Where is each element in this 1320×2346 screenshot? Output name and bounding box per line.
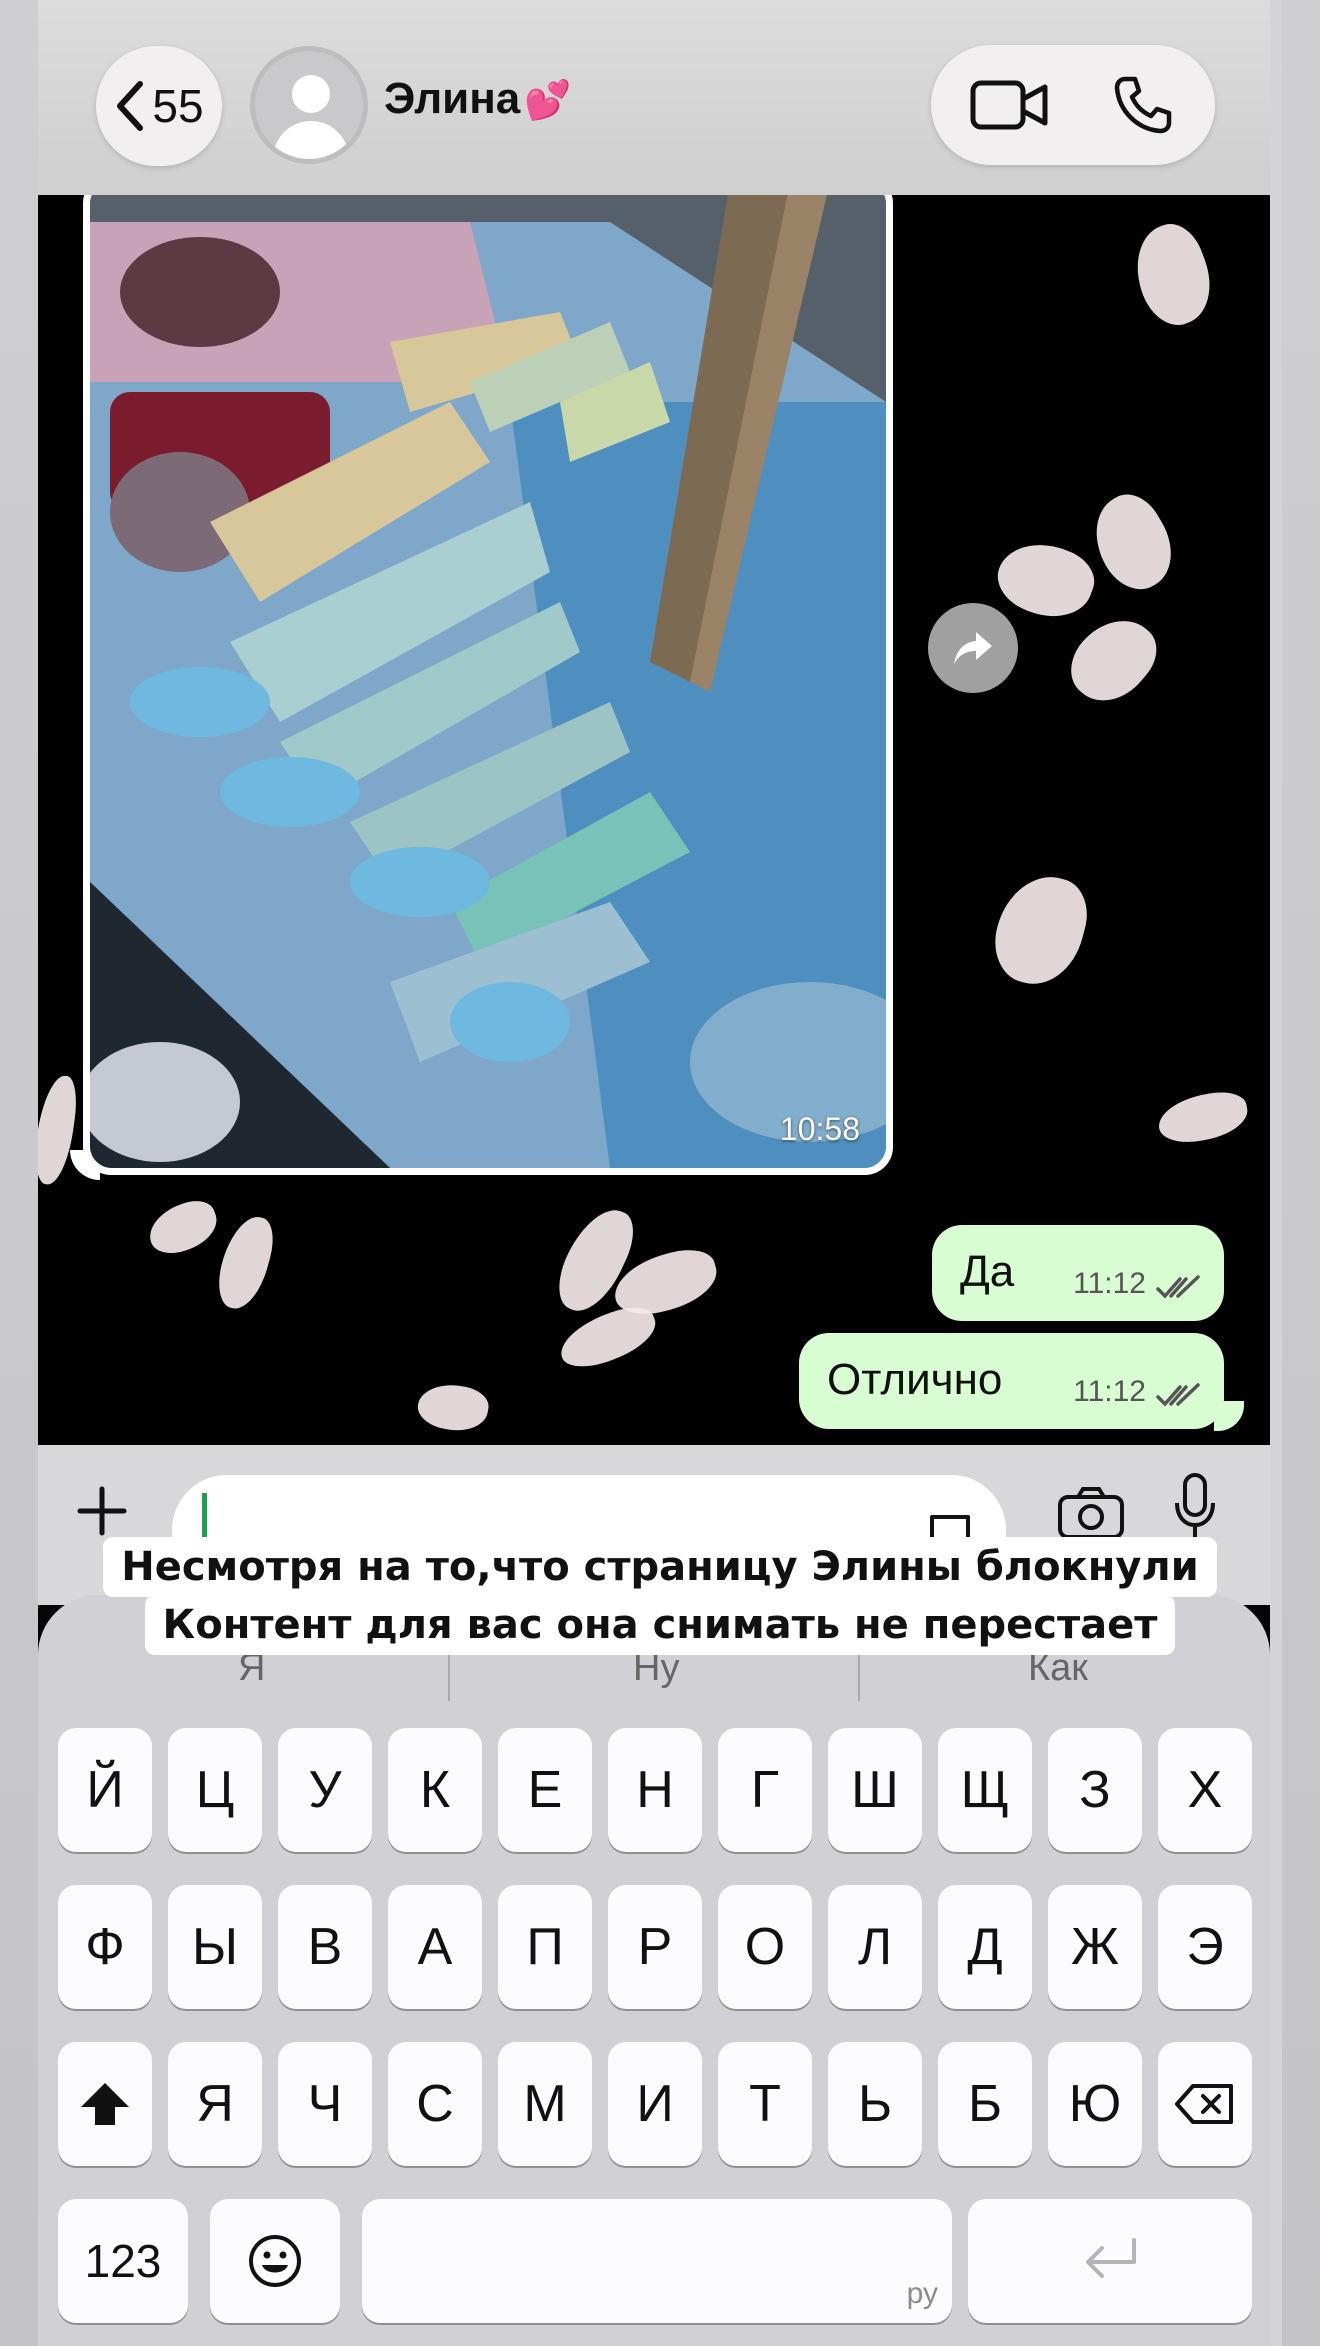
- camera-icon[interactable]: [1056, 1485, 1126, 1541]
- space-key[interactable]: ру: [362, 2199, 952, 2323]
- key[interactable]: Ь: [828, 2042, 922, 2166]
- wallpaper-petal: [414, 1379, 492, 1436]
- message-text: Да: [960, 1247, 1015, 1296]
- chevron-left-icon: [117, 81, 144, 131]
- key[interactable]: Я: [168, 2042, 262, 2166]
- contact-name[interactable]: Элина 💕: [384, 74, 572, 124]
- key[interactable]: Е: [498, 1728, 592, 1852]
- return-key[interactable]: [968, 2199, 1252, 2323]
- key[interactable]: Э: [1158, 1885, 1252, 2009]
- wallpaper-petal: [553, 1299, 663, 1376]
- hearts-emoji: 💕: [524, 80, 572, 122]
- key[interactable]: Н: [608, 1728, 702, 1852]
- key[interactable]: Л: [828, 1885, 922, 2009]
- photo-timestamp: 10:58: [779, 1111, 860, 1147]
- image-message[interactable]: 10:58: [83, 195, 893, 1175]
- backspace-icon: [1175, 2084, 1233, 2124]
- double-check-icon: [1156, 1383, 1200, 1407]
- left-margin: [0, 0, 38, 2346]
- shift-arrow-icon: [81, 2083, 129, 2125]
- wallpaper-petal: [985, 865, 1096, 995]
- key[interactable]: Ш: [828, 1728, 922, 1852]
- wallpaper-petal: [1123, 216, 1223, 334]
- key[interactable]: И: [608, 2042, 702, 2166]
- chat-screen: 55 Элина 💕 10:58 Да 11:12 Отлично 11:12 …: [38, 0, 1270, 2346]
- avatar[interactable]: [250, 46, 368, 164]
- forward-button[interactable]: [928, 603, 1018, 693]
- keyboard: Я Ну Как Й Ц У К Е Н Г Ш Щ З Х Ф Ы В А П…: [38, 1595, 1270, 2346]
- key[interactable]: У: [278, 1728, 372, 1852]
- key[interactable]: Д: [938, 1885, 1032, 2009]
- key[interactable]: О: [718, 1885, 812, 2009]
- key[interactable]: Р: [608, 1885, 702, 2009]
- key[interactable]: Ц: [168, 1728, 262, 1852]
- key[interactable]: С: [388, 2042, 482, 2166]
- key[interactable]: Щ: [938, 1728, 1032, 1852]
- caption-overlay: Несмотря на то,что страницу Элины блокну…: [80, 1537, 1240, 1655]
- wallpaper-petal: [988, 530, 1103, 630]
- video-call-icon[interactable]: [969, 77, 1049, 133]
- message-photo[interactable]: 10:58: [90, 195, 886, 1168]
- phone-call-icon[interactable]: [1111, 73, 1175, 137]
- key[interactable]: Ч: [278, 2042, 372, 2166]
- caption-line-2: Контент для вас она снимать не перестает: [144, 1595, 1176, 1655]
- message-time: 11:12: [1073, 1267, 1146, 1300]
- key[interactable]: Б: [938, 2042, 1032, 2166]
- smiley-icon: [249, 2235, 301, 2287]
- wallpaper-petal: [1078, 483, 1188, 602]
- outgoing-message[interactable]: Отлично 11:12: [799, 1333, 1224, 1429]
- right-margin: [1282, 0, 1320, 2346]
- key[interactable]: П: [498, 1885, 592, 2009]
- key[interactable]: А: [388, 1885, 482, 2009]
- key[interactable]: Г: [718, 1728, 812, 1852]
- key[interactable]: Ю: [1048, 2042, 1142, 2166]
- message-list[interactable]: 10:58 Да 11:12 Отлично 11:12: [38, 195, 1270, 1445]
- return-arrow-icon: [1086, 2238, 1136, 2278]
- wallpaper-petal: [142, 1194, 224, 1261]
- share-arrow-icon: [954, 632, 992, 664]
- double-check-icon: [1156, 1275, 1200, 1299]
- key[interactable]: Т: [718, 2042, 812, 2166]
- caption-line-1: Несмотря на то,что страницу Элины блокну…: [103, 1537, 1217, 1597]
- shift-key[interactable]: [58, 2042, 152, 2166]
- key[interactable]: Ф: [58, 1885, 152, 2009]
- unread-count: 55: [152, 80, 204, 132]
- call-actions: [931, 45, 1215, 165]
- key[interactable]: Ы: [168, 1885, 262, 2009]
- key[interactable]: Х: [1158, 1728, 1252, 1852]
- key[interactable]: К: [388, 1728, 482, 1852]
- wallpaper-petal: [1154, 1087, 1252, 1148]
- chat-header: 55 Элина 💕: [38, 0, 1270, 195]
- message-text: Отлично: [827, 1355, 1003, 1404]
- wallpaper-petal: [38, 1073, 81, 1187]
- key[interactable]: Ж: [1048, 1885, 1142, 2009]
- wallpaper-petal: [211, 1210, 280, 1315]
- outgoing-message[interactable]: Да 11:12: [932, 1225, 1224, 1321]
- key[interactable]: М: [498, 2042, 592, 2166]
- key[interactable]: Й: [58, 1728, 152, 1852]
- message-time: 11:12: [1073, 1375, 1146, 1408]
- language-label: ру: [906, 2277, 938, 2310]
- numbers-key[interactable]: 123: [58, 2199, 188, 2323]
- wallpaper-petal: [1057, 603, 1169, 717]
- microphone-icon[interactable]: [1173, 1473, 1217, 1543]
- key[interactable]: З: [1048, 1728, 1142, 1852]
- back-button[interactable]: 55: [96, 46, 222, 166]
- emoji-key[interactable]: [210, 2199, 340, 2323]
- backspace-key[interactable]: [1158, 2042, 1252, 2166]
- plus-icon[interactable]: [76, 1485, 128, 1537]
- key[interactable]: В: [278, 1885, 372, 2009]
